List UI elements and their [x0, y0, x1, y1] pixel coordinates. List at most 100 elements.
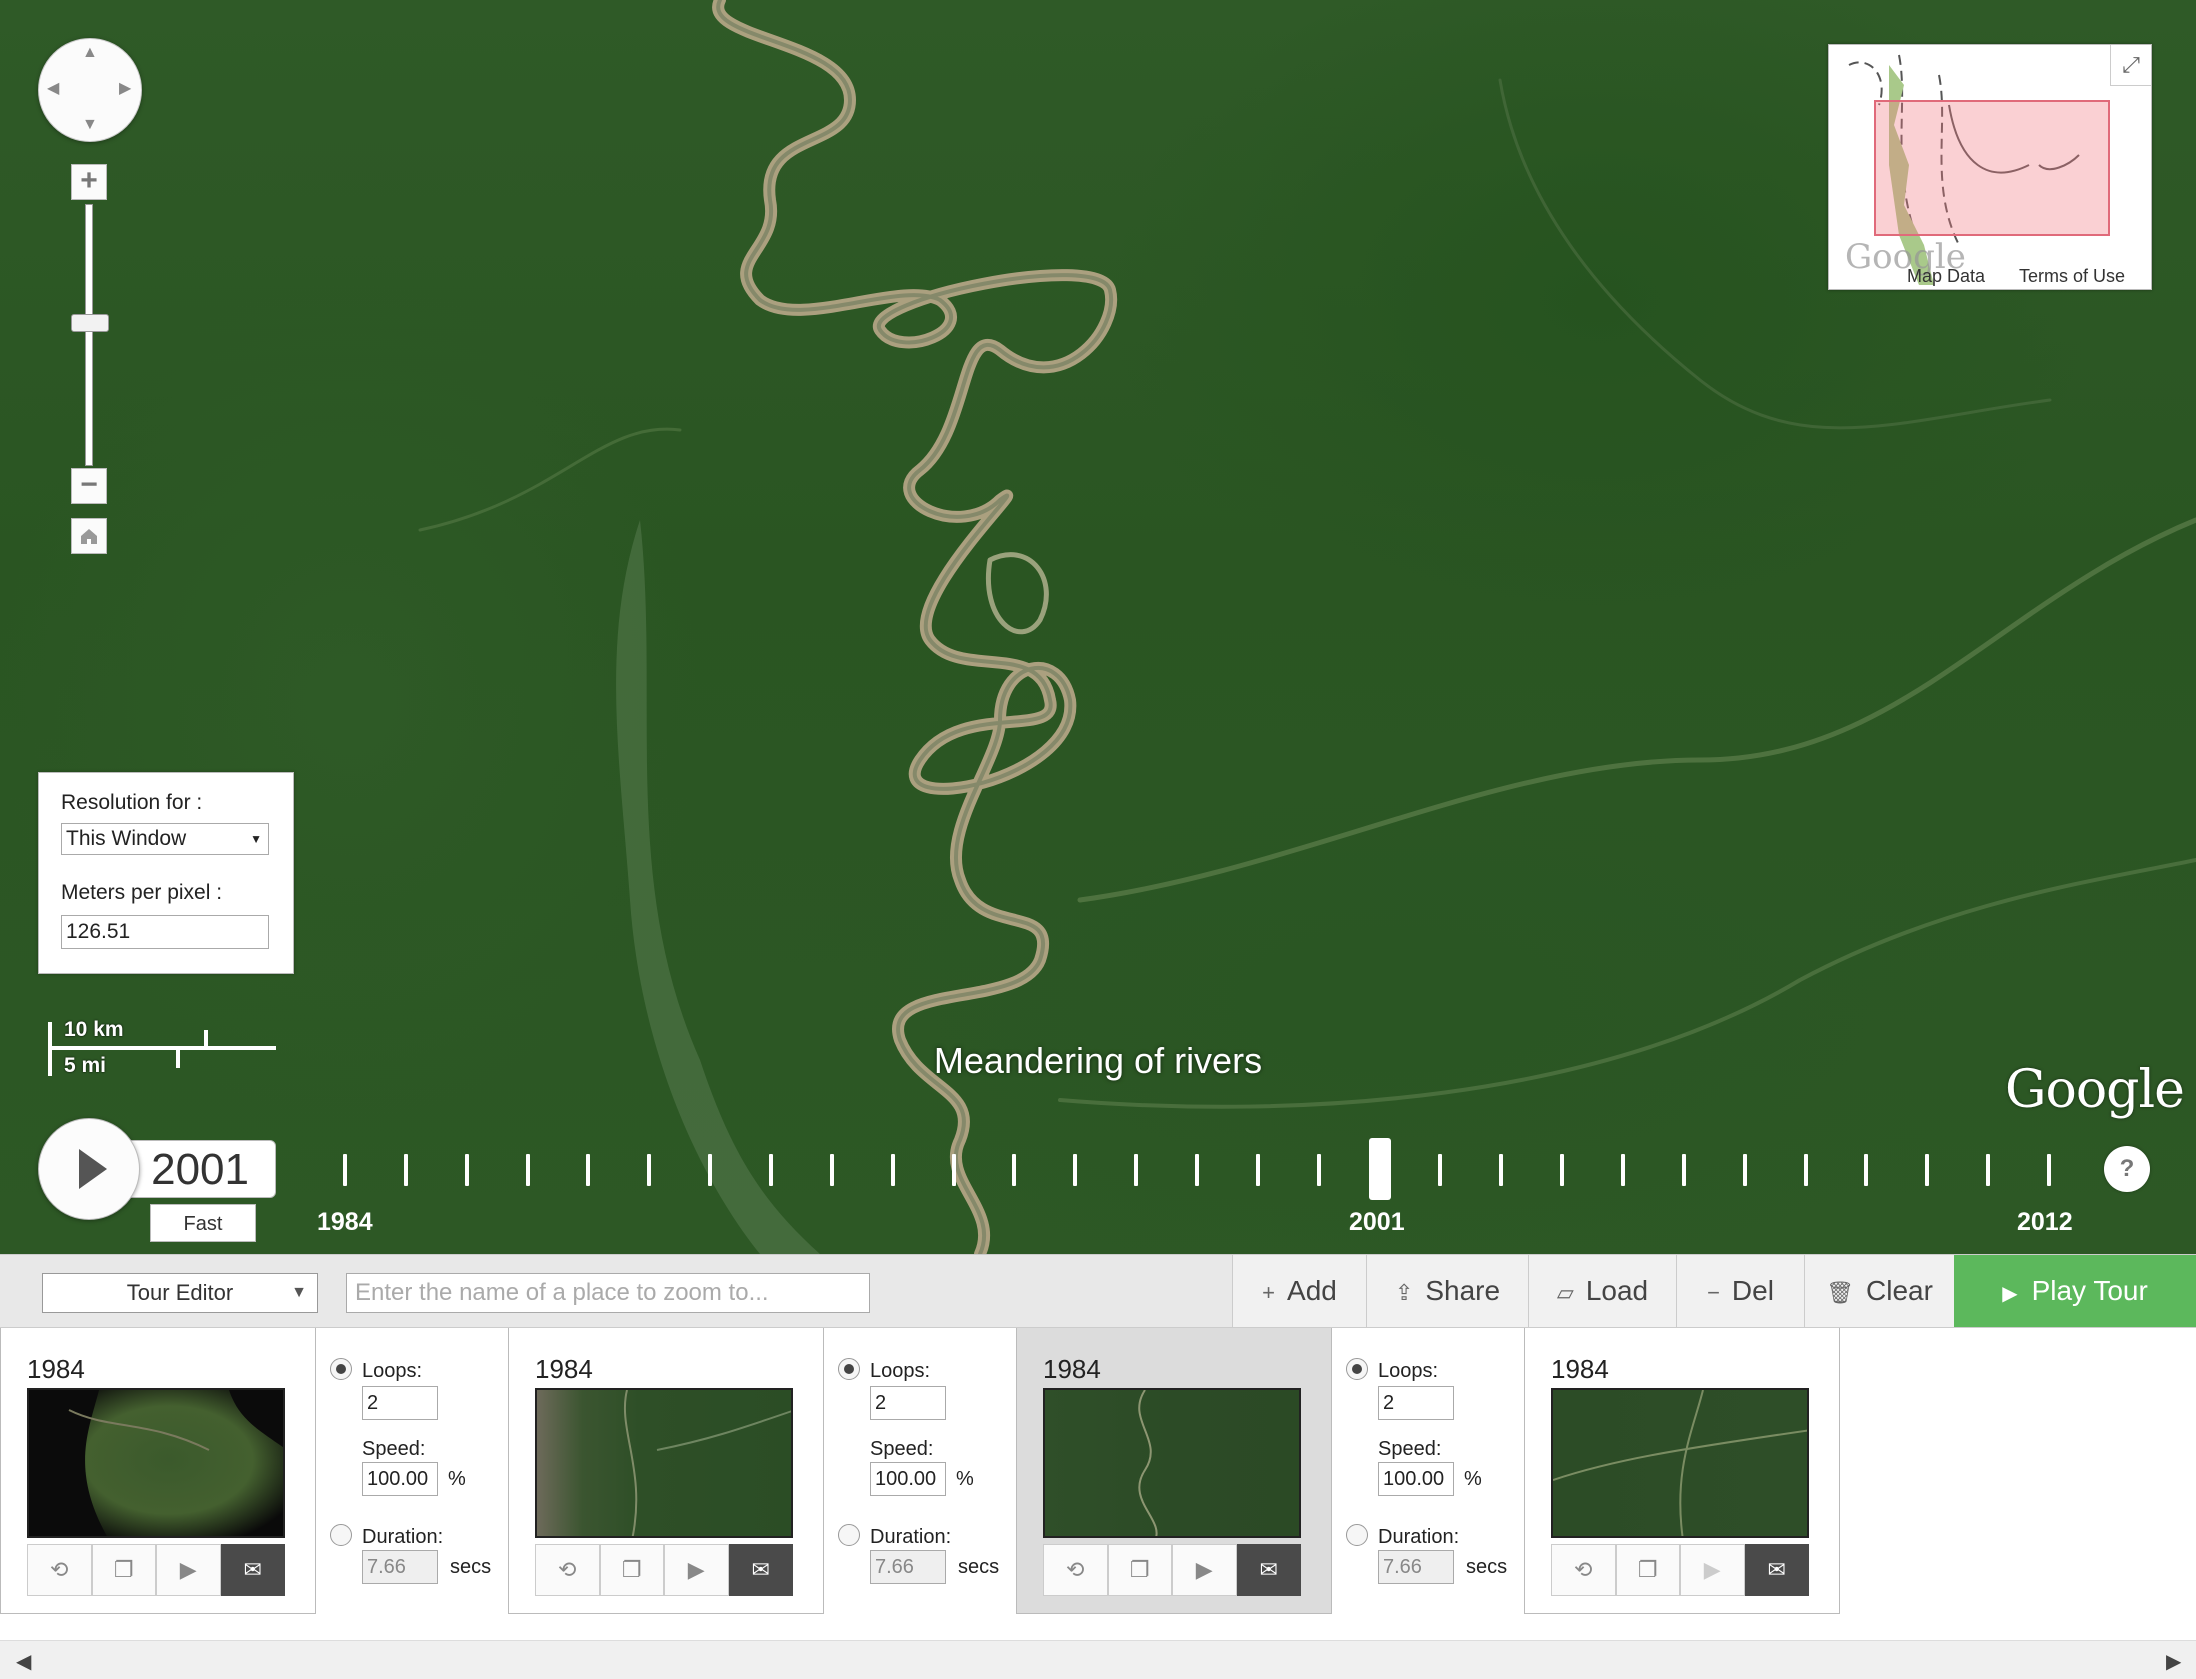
keyframe-card[interactable]: 1984 ⟲ ❐ ▶ ✉ — [0, 1328, 316, 1614]
caption-icon[interactable]: ✉ — [728, 1544, 793, 1596]
zoom-out-icon[interactable]: − — [71, 468, 107, 504]
sync-icon[interactable]: ⟲ — [1551, 1544, 1616, 1596]
timeline-tick[interactable] — [708, 1154, 712, 1186]
pan-right-icon[interactable]: ▶ — [119, 81, 131, 97]
add-button[interactable]: + Add — [1232, 1255, 1366, 1327]
speed-field[interactable]: 100.00 — [870, 1462, 946, 1496]
delete-button[interactable]: − Del — [1676, 1255, 1804, 1327]
timeline-tick[interactable] — [404, 1154, 408, 1186]
play-icon[interactable]: ▶ — [664, 1544, 729, 1596]
tour-toolbar: Tour Editor ▼ + Add ⇪ Share ▱ Load −Del 🗑 Cl… — [0, 1254, 2196, 1328]
play-icon[interactable]: ▶ — [156, 1544, 221, 1596]
expand-icon[interactable]: ⤢ — [2110, 45, 2151, 86]
timeline-tick[interactable] — [769, 1154, 773, 1186]
play-tour-button[interactable]: ▶ Play Tour — [1954, 1255, 2196, 1327]
sync-icon[interactable]: ⟲ — [27, 1544, 92, 1596]
loops-field[interactable]: 2 — [870, 1386, 946, 1420]
loops-radio[interactable] — [330, 1358, 352, 1380]
keyframe-thumbnail[interactable] — [1043, 1388, 1301, 1538]
timeline-tick[interactable] — [1012, 1154, 1016, 1186]
meters-per-pixel-field[interactable]: 126.51 — [61, 915, 269, 949]
keyframe-card-selected[interactable]: 1984 ⟲ ❐ ▶ ✉ — [1016, 1328, 1332, 1614]
zoom-in-icon[interactable]: + — [71, 164, 107, 200]
timeline-tick[interactable] — [647, 1154, 651, 1186]
timeline-tick[interactable] — [1560, 1154, 1564, 1186]
timeline-tick[interactable] — [465, 1154, 469, 1186]
scroll-left-icon[interactable]: ◀ — [16, 1649, 31, 1674]
timeline-tick[interactable] — [1743, 1154, 1747, 1186]
minimap-viewport[interactable] — [1874, 100, 2110, 236]
keyframe-card[interactable]: 1984 ⟲ ❐ ▶ ✉ — [508, 1328, 824, 1614]
place-search-input[interactable] — [346, 1273, 870, 1313]
pan-up-icon[interactable]: ▲ — [82, 45, 98, 61]
timeline-tick[interactable] — [1804, 1154, 1808, 1186]
load-button-label: Load — [1585, 1275, 1649, 1306]
timeline-tick[interactable] — [1682, 1154, 1686, 1186]
timeline-tick[interactable] — [1438, 1154, 1442, 1186]
duration-field: 7.66 — [362, 1550, 438, 1584]
duration-radio[interactable] — [838, 1524, 860, 1546]
loops-radio[interactable] — [838, 1358, 860, 1380]
timeline-tick[interactable] — [952, 1154, 956, 1186]
pan-down-icon[interactable]: ▼ — [82, 117, 98, 133]
map-data-link[interactable]: Map Data — [1907, 266, 1985, 287]
help-icon[interactable]: ? — [2104, 1146, 2150, 1192]
loops-field[interactable]: 2 — [1378, 1386, 1454, 1420]
timeline-tick[interactable] — [1499, 1154, 1503, 1186]
timeline-tick[interactable] — [1621, 1154, 1625, 1186]
timeline-tick[interactable] — [1317, 1154, 1321, 1186]
pan-left-icon[interactable]: ◀ — [47, 81, 59, 97]
clear-button[interactable]: 🗑 Clear — [1804, 1255, 1954, 1327]
timeline-tick[interactable] — [1073, 1154, 1077, 1186]
timeline-tick[interactable] — [1195, 1154, 1199, 1186]
timeline-tick[interactable] — [891, 1154, 895, 1186]
play-icon[interactable] — [38, 1118, 140, 1220]
duration-radio[interactable] — [1346, 1524, 1368, 1546]
caption-icon[interactable]: ✉ — [220, 1544, 285, 1596]
sync-icon[interactable]: ⟲ — [535, 1544, 600, 1596]
keyframe-thumbnail[interactable] — [535, 1388, 793, 1538]
loops-radio[interactable] — [1346, 1358, 1368, 1380]
duplicate-icon[interactable]: ❐ — [599, 1544, 664, 1596]
terms-of-use-link[interactable]: Terms of Use — [2019, 266, 2125, 287]
duration-radio[interactable] — [330, 1524, 352, 1546]
timeline-tick[interactable] — [1256, 1154, 1260, 1186]
resolution-select[interactable]: This Window ▼ — [61, 823, 269, 855]
timeline-tick[interactable] — [1134, 1154, 1138, 1186]
timeline-tick[interactable] — [1986, 1154, 1990, 1186]
pan-control-icon[interactable]: ▲ ▼ ◀ ▶ — [38, 38, 142, 142]
home-icon[interactable] — [71, 518, 107, 554]
sync-icon[interactable]: ⟲ — [1043, 1544, 1108, 1596]
timeline-tick[interactable] — [2047, 1154, 2051, 1186]
load-button[interactable]: ▱ Load — [1528, 1255, 1676, 1327]
zoom-slider-track[interactable] — [85, 204, 93, 466]
overview-minimap[interactable]: Google Map Data Terms of Use ⤢ — [1828, 44, 2152, 290]
map-caption: Meandering of rivers — [933, 1040, 1263, 1081]
timeline-tick[interactable] — [1864, 1154, 1868, 1186]
speed-field[interactable]: 100.00 — [1378, 1462, 1454, 1496]
timeline-tick[interactable] — [586, 1154, 590, 1186]
share-button[interactable]: ⇪ Share — [1366, 1255, 1528, 1327]
caption-icon[interactable]: ✉ — [1236, 1544, 1301, 1596]
satellite-map[interactable]: ▲ ▼ ◀ ▶ + − Google Map Data Terms of Use… — [0, 0, 2196, 1254]
keyframe-card[interactable]: 1984 ⟲ ❐ ▶ ✉ — [1524, 1328, 1840, 1614]
scroll-right-icon[interactable]: ▶ — [2166, 1649, 2181, 1674]
timeline-tick[interactable] — [1925, 1154, 1929, 1186]
timeline-tick[interactable] — [830, 1154, 834, 1186]
loops-field[interactable]: 2 — [362, 1386, 438, 1420]
timeline-tick[interactable] — [343, 1154, 347, 1186]
timeline-handle[interactable] — [1369, 1138, 1391, 1200]
keyframe-thumbnail[interactable] — [27, 1388, 285, 1538]
duplicate-icon[interactable]: ❐ — [91, 1544, 156, 1596]
duplicate-icon[interactable]: ❐ — [1615, 1544, 1680, 1596]
play-icon[interactable]: ▶ — [1172, 1544, 1237, 1596]
horizontal-scrollbar[interactable]: ◀ ▶ — [0, 1640, 2196, 1679]
caption-icon[interactable]: ✉ — [1744, 1544, 1809, 1596]
keyframe-thumbnail[interactable] — [1551, 1388, 1809, 1538]
speed-field[interactable]: 100.00 — [362, 1462, 438, 1496]
speed-button[interactable]: Fast — [150, 1204, 256, 1242]
duplicate-icon[interactable]: ❐ — [1107, 1544, 1172, 1596]
zoom-slider-thumb[interactable] — [71, 314, 109, 332]
mode-select[interactable]: Tour Editor ▼ — [42, 1273, 318, 1313]
timeline-tick[interactable] — [526, 1154, 530, 1186]
